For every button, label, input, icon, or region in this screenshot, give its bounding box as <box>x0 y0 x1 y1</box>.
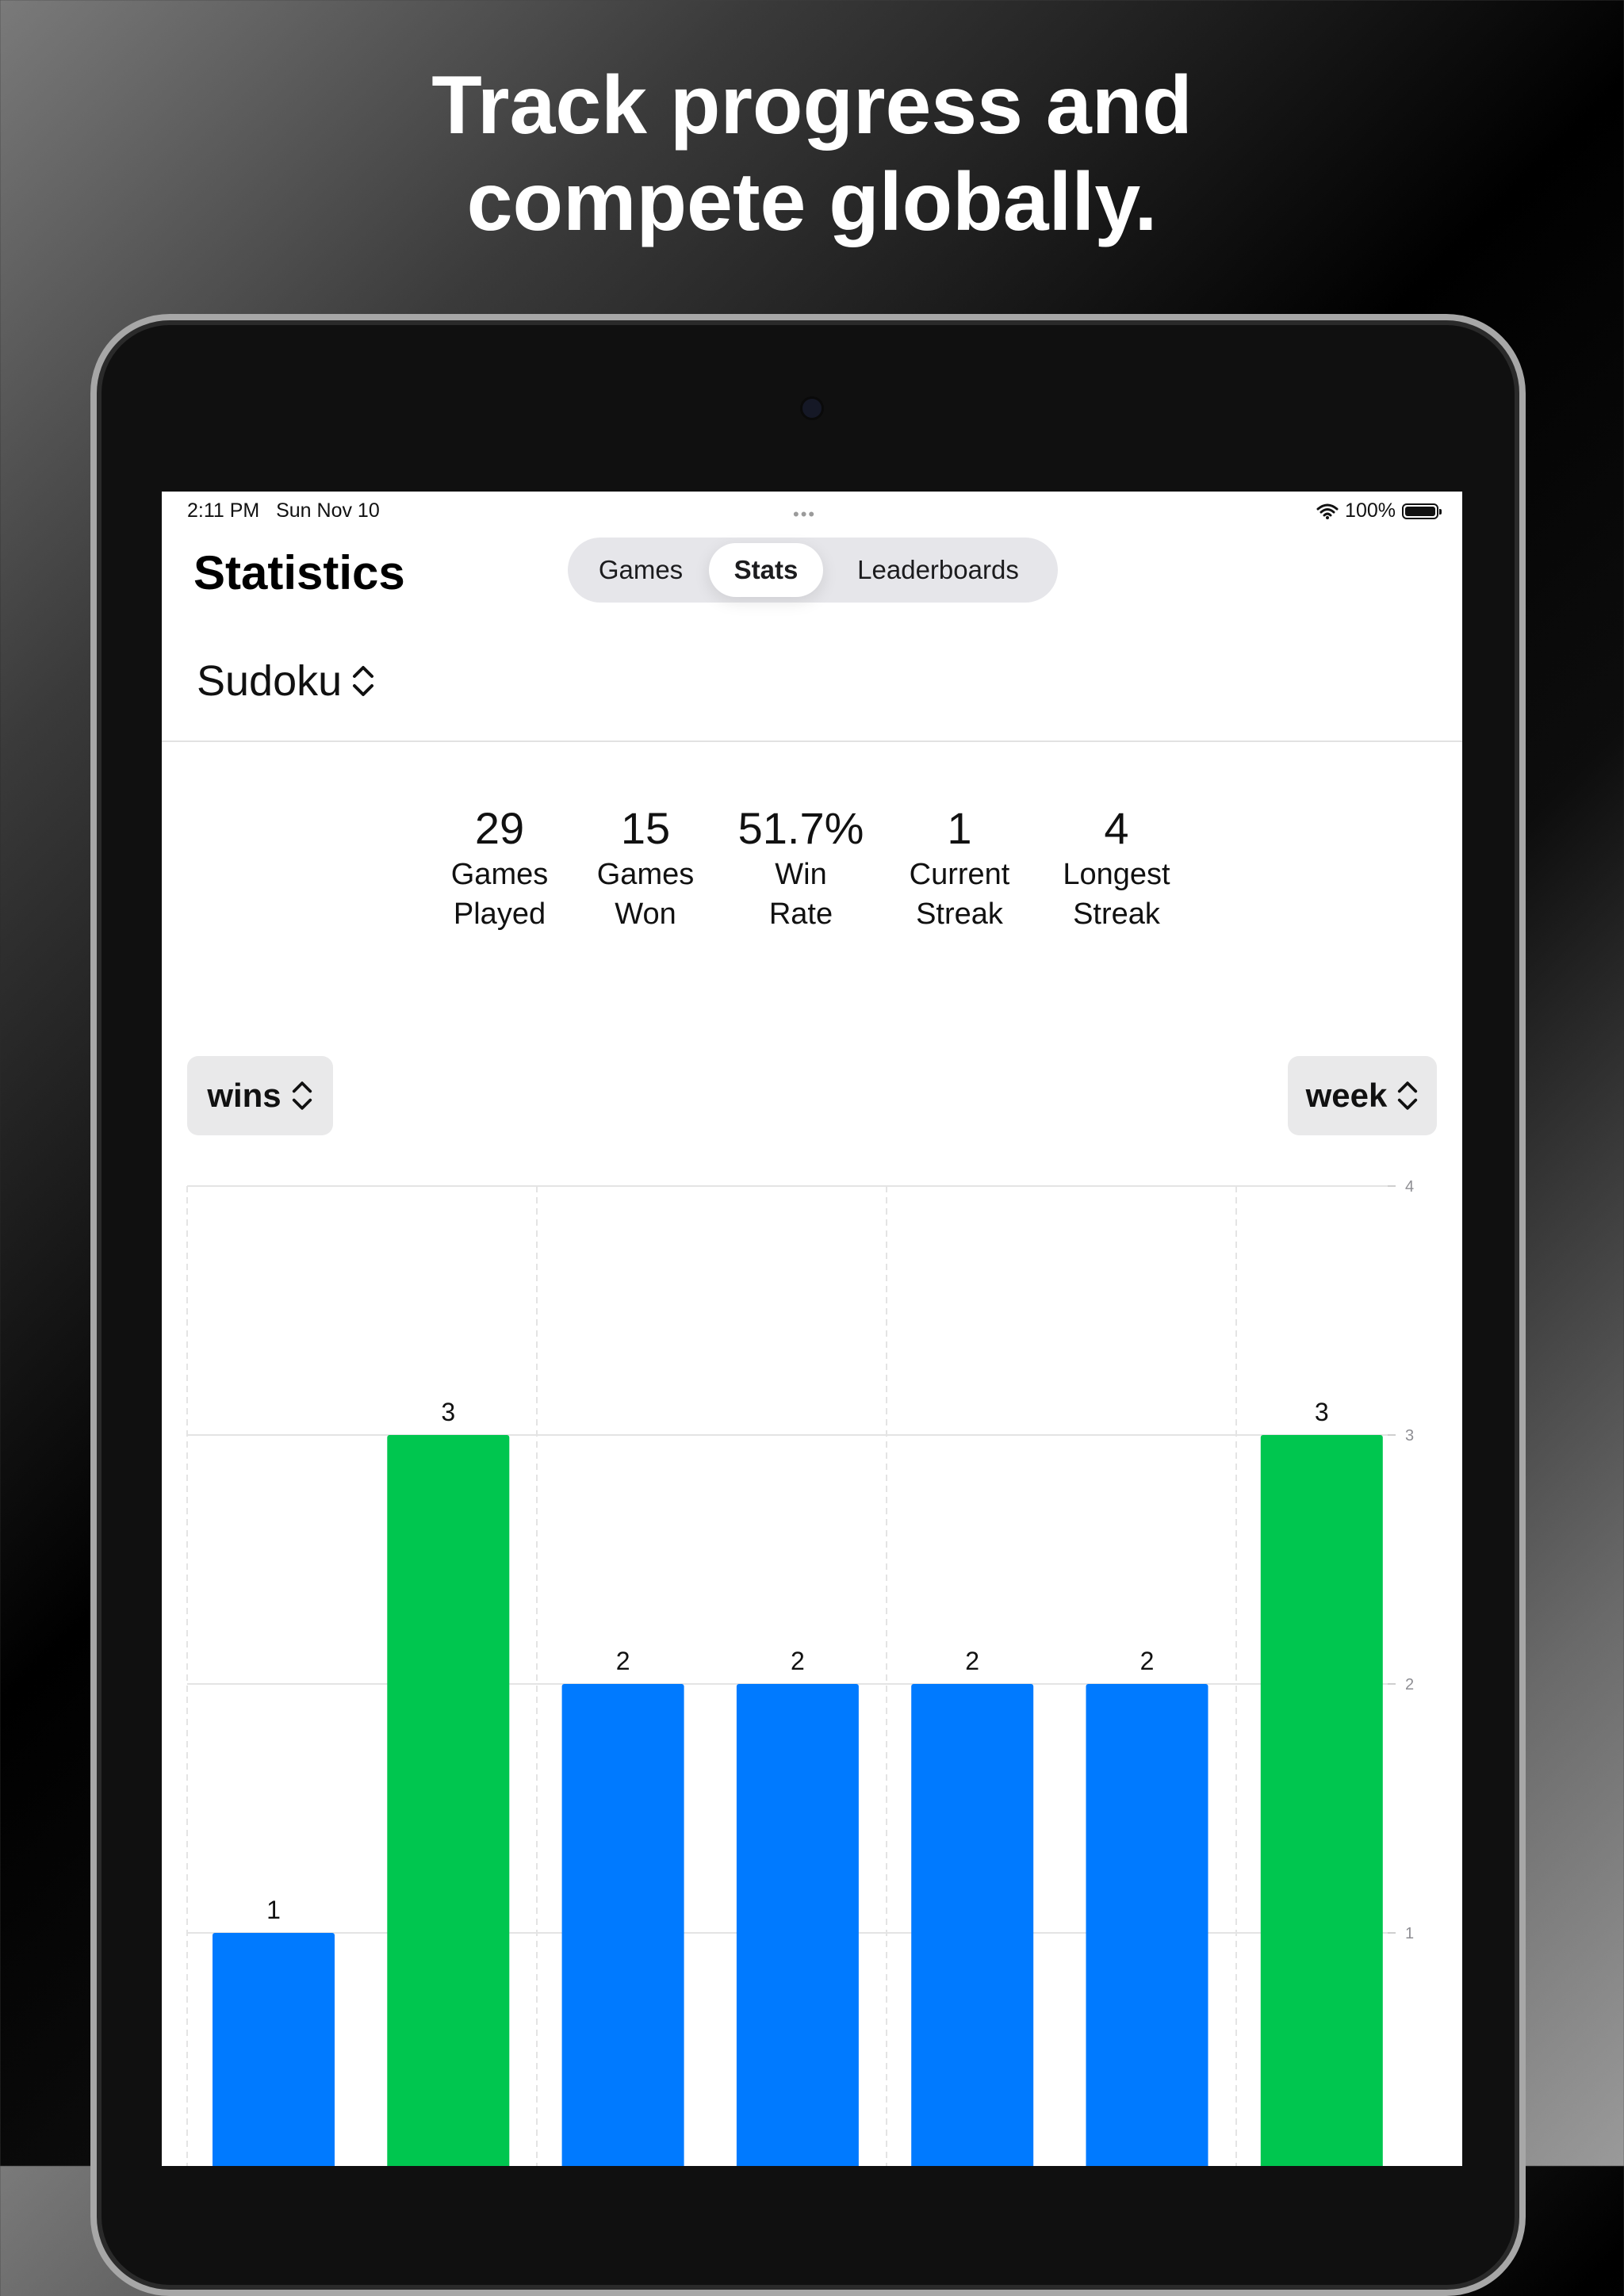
camera-icon <box>800 396 824 420</box>
bar-value-label: 2 <box>616 1647 630 1675</box>
bar <box>213 1933 335 2166</box>
y-tick-label: 3 <box>1405 1427 1414 1445</box>
bar-value-label: 2 <box>1140 1647 1155 1675</box>
headline-line-1: Track progress and <box>431 59 1193 151</box>
bar <box>1260 1435 1383 2166</box>
bar-value-label: 2 <box>791 1647 805 1675</box>
bar <box>1086 1684 1208 2166</box>
bar <box>736 1684 859 2166</box>
bar <box>911 1684 1034 2166</box>
bar <box>561 1684 684 2166</box>
headline-line-2: compete globally. <box>466 156 1158 248</box>
y-tick-label: 2 <box>1405 1676 1414 1693</box>
y-tick-label: 4 <box>1405 1178 1414 1196</box>
bar <box>387 1435 510 2166</box>
y-tick-label: 1 <box>1405 1925 1414 1942</box>
wins-bar-chart: 1 2 3 4 1 3 2 2 2 2 3 <box>186 1178 1414 2166</box>
bar-value-label: 3 <box>1315 1398 1329 1426</box>
headline: Track progress and compete globally. <box>0 57 1624 251</box>
app-screen: 2:11 PM Sun Nov 10 ••• 100% Statistics G… <box>162 492 1462 2166</box>
bar-value-label: 2 <box>965 1647 979 1675</box>
bar-value-label: 1 <box>266 1896 281 1924</box>
bar-value-label: 3 <box>441 1398 455 1426</box>
